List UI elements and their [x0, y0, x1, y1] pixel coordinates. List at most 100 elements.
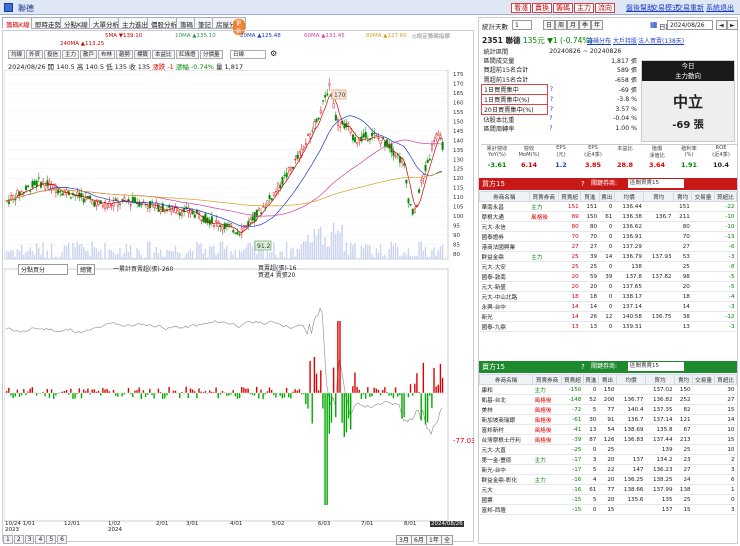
link-2[interactable]: 法人買賣(138天) — [638, 36, 684, 45]
table-row[interactable]: 港商法國興業 27 27 0 137.29 27 -6 — [479, 241, 737, 252]
zoom-3m[interactable]: 3月 — [396, 535, 412, 545]
table-row[interactable]: 國票 -15 5 20 135.6 135 25 0 — [479, 494, 737, 505]
tool-4[interactable]: 散戶 — [80, 50, 98, 59]
col-header[interactable]: 賣出 — [598, 191, 615, 202]
col-header[interactable]: 買進 — [582, 374, 599, 385]
page-tab-1[interactable]: 1 — [3, 535, 13, 544]
period-week[interactable]: 周 — [555, 20, 568, 30]
table-row[interactable]: 群益金鼎-彰化 主力 -16 4 20 136.25 138.25 24 6 — [479, 474, 737, 485]
indicator-note[interactable]: ◎設定籌碼指標 — [412, 32, 450, 40]
flow-link[interactable]: 流向 — [595, 3, 615, 13]
table-row[interactable]: 台灣摩根士丹利 風格後 -39 87 126 136.83 137.44 213 15 — [479, 434, 737, 445]
date-input[interactable]: 2024/08/26 — [667, 20, 713, 30]
table-row[interactable]: 元大-中山北路 18 18 0 138.17 18 -4 — [479, 291, 737, 302]
period-month[interactable]: 月 — [567, 20, 580, 30]
col-header[interactable]: 交易量 — [692, 374, 715, 385]
alert-link[interactable]: 籌碼 — [553, 3, 573, 13]
tool-2[interactable]: 投信 — [44, 50, 62, 59]
col-header[interactable]: 買賣超 — [560, 374, 584, 385]
col-header[interactable]: 券商名稱 — [478, 374, 534, 385]
sell-filter-select[interactable]: 區間賣賣15 — [628, 362, 684, 371]
buy-filter-select[interactable]: 區間買賣15 — [628, 179, 684, 188]
col-header[interactable]: 買進 — [580, 191, 600, 202]
table-row[interactable]: 永興-台中 14 14 0 137.14 14 -3 — [479, 301, 737, 312]
tool-1[interactable]: 外資 — [26, 50, 44, 59]
page-tab-4[interactable]: 4 — [35, 535, 46, 544]
col-header[interactable]: 買賣券商 — [532, 374, 562, 385]
help-icon[interactable]: ? — [581, 178, 585, 190]
help-icon[interactable]: ? — [581, 361, 585, 373]
table-row[interactable]: 新加坡商瑞銀 風格後 -61 30 91 136.7 137.14 121 14 — [479, 414, 737, 425]
link-1[interactable]: 大戶持股 — [613, 36, 637, 45]
buy-link[interactable]: 看漲 — [511, 3, 531, 13]
period-day[interactable]: 日 — [543, 20, 556, 30]
page-tab-3[interactable]: 3 — [24, 535, 35, 544]
table-row[interactable]: 群益金鼎 主力 25 39 14 136.79 137.93 53 -3 — [479, 251, 737, 262]
col-header[interactable]: 買均 — [643, 191, 674, 202]
table-row[interactable]: 國泰-敦南 20 59 39 137.8 137.82 98 -5 — [479, 271, 737, 282]
quit-link[interactable]: 系統退出 — [706, 3, 734, 13]
col-header[interactable]: 交易量 — [691, 191, 715, 202]
tool-6[interactable]: 趨勢 — [116, 50, 134, 59]
sub-overview-btn[interactable]: 總覽 — [77, 264, 96, 275]
sell-link[interactable]: 賣換 — [532, 3, 552, 13]
col-header[interactable]: 買賣券商 — [528, 191, 559, 202]
table-row[interactable]: 國泰-九鼎 13 13 0 139.31 13 -3 — [479, 321, 737, 332]
table-row[interactable]: 華南永昌 主力 151 151 0 136.44 151 -22 — [479, 201, 737, 212]
zoom-1y[interactable]: 1年 — [426, 535, 442, 545]
period-quarter[interactable]: 季 — [579, 20, 592, 30]
period-year[interactable]: 年 — [591, 20, 604, 30]
mode-link[interactable]: 交易模式 — [651, 3, 679, 13]
tab-2[interactable]: 分點K線 — [60, 17, 92, 29]
col-header[interactable]: 均價 — [613, 191, 645, 202]
table-row[interactable]: 國泰證券 70 70 0 136.91 70 -13 — [479, 231, 737, 242]
tool-9[interactable]: 紅綠燈 — [176, 50, 199, 59]
tool-3[interactable]: 主力 — [62, 50, 80, 59]
main-link[interactable]: 主力 — [574, 3, 594, 13]
table-row[interactable]: 富邦新村 風格後 -41 13 54 138.69 135.8 67 10 — [479, 424, 737, 435]
period-select[interactable]: 日線 — [230, 50, 266, 59]
table-row[interactable]: 元大 -16 61 77 138.66 137.99 138 1 — [479, 484, 737, 495]
col-header[interactable]: 券商名稱 — [479, 191, 530, 202]
sub-select[interactable]: 分點買分 — [18, 264, 68, 275]
table-row[interactable]: 新光-台中 -17 5 22 147 136.23 27 3 — [479, 464, 737, 475]
help-link[interactable]: 盤後幫助 — [626, 3, 654, 13]
help-icon[interactable]: ? — [547, 114, 566, 124]
stat-days-select[interactable]: 1 — [512, 20, 532, 30]
table-row[interactable]: 第一金-豐原 主力 -17 3 20 137 134.2 23 2 — [479, 454, 737, 465]
date-next[interactable]: ► — [727, 20, 738, 30]
col-header[interactable]: 買超比 — [714, 374, 737, 385]
table-row[interactable]: 康和 主力 -150 0 150 137.02 150 30 — [479, 384, 737, 395]
col-header[interactable]: 買超比 — [713, 191, 738, 202]
col-header[interactable]: 均價 — [615, 374, 646, 385]
tool-7[interactable]: 標籤 — [134, 50, 152, 59]
zoom-all[interactable]: 全 — [441, 535, 454, 545]
tool-0[interactable]: 均線 — [8, 50, 26, 59]
tool-5[interactable]: 布林 — [98, 50, 116, 59]
calendar-icon[interactable]: ▦ — [650, 20, 658, 29]
tool-8[interactable]: 本益比 — [152, 50, 175, 59]
tab-0[interactable]: 籌碼K線 — [2, 17, 34, 29]
col-header[interactable]: 買賣超 — [557, 191, 582, 202]
table-row[interactable]: 摩根大通 風格後 89 150 61 136.38 136.7 211 -10 — [479, 211, 737, 222]
date-prev[interactable]: ◄ — [716, 20, 727, 30]
help-icon[interactable]: ? — [547, 94, 566, 104]
zoom-6m[interactable]: 6月 — [411, 535, 427, 545]
table-row[interactable]: 美林 風格後 -72 5 77 140.4 137.35 82 15 — [479, 404, 737, 415]
help-icon[interactable]: ? — [547, 104, 566, 114]
col-header[interactable]: 賣出 — [597, 374, 617, 385]
page-tab-6[interactable]: 6 — [57, 535, 67, 544]
table-row[interactable]: 元大-新盛 20 20 0 137.65 20 -5 — [479, 281, 737, 292]
table-row[interactable]: 元大-永信 80 80 0 136.62 80 -10 — [479, 221, 737, 232]
gear-icon[interactable]: ⚙ — [270, 49, 277, 58]
table-row[interactable]: 富邦-西壇 -15 0 15 137 15 3 — [479, 504, 737, 515]
link-0[interactable]: 籌碼分布 — [587, 36, 611, 45]
table-row[interactable]: 新光 14 26 12 140.58 136.75 38 -12 — [479, 311, 737, 322]
table-row[interactable]: 元大-大安 25 25 0 138 25 -8 — [479, 261, 737, 272]
help-icon[interactable]: ? — [547, 124, 566, 133]
page-tab-5[interactable]: 5 — [46, 535, 57, 544]
table-row[interactable]: 凱基-台北 風格後 -148 52 200 136.77 136.82 252 27 — [479, 394, 737, 405]
table-row[interactable]: 元大-大直 -25 0 25 139 25 10 — [479, 444, 737, 455]
reset-link[interactable]: 交易重新 — [676, 3, 704, 13]
tool-10[interactable]: 分價量 — [200, 50, 223, 59]
